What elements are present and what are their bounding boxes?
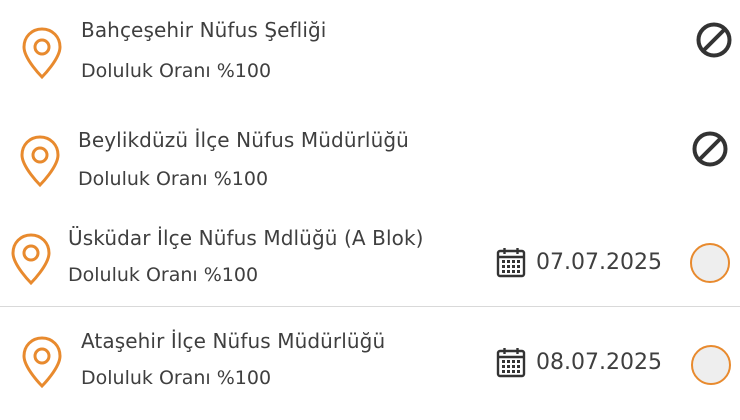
select-radio[interactable] bbox=[690, 243, 730, 283]
office-row-atasehir[interactable]: Ataşehir İlçe Nüfus Müdürlüğü Doluluk Or… bbox=[0, 307, 740, 420]
appointment-date: 08.07.2025 bbox=[496, 344, 662, 380]
location-pin-icon bbox=[22, 27, 62, 80]
blocked-icon bbox=[696, 22, 732, 58]
office-row-bahcesehir[interactable]: Bahçeşehir Nüfus Şefliği Doluluk Oranı %… bbox=[0, 0, 740, 104]
date-text: 07.07.2025 bbox=[536, 249, 662, 275]
date-text: 08.07.2025 bbox=[536, 349, 662, 375]
occupancy-rate: Doluluk Oranı %100 bbox=[68, 264, 259, 286]
office-name: Üsküdar İlçe Nüfus Mdlüğü (A Blok) bbox=[68, 226, 424, 250]
blocked-icon bbox=[692, 131, 728, 167]
location-pin-icon bbox=[11, 233, 51, 286]
office-row-uskudar[interactable]: Üsküdar İlçe Nüfus Mdlüğü (A Blok) Dolul… bbox=[0, 208, 740, 307]
occupancy-rate: Doluluk Oranı %100 bbox=[81, 367, 272, 389]
location-pin-icon bbox=[20, 135, 60, 188]
calendar-icon bbox=[496, 248, 526, 278]
office-name: Beylikdüzü İlçe Nüfus Müdürlüğü bbox=[78, 128, 409, 152]
select-radio[interactable] bbox=[691, 345, 731, 385]
office-name: Ataşehir İlçe Nüfus Müdürlüğü bbox=[81, 329, 386, 353]
office-row-beylikduzu[interactable]: Beylikdüzü İlçe Nüfus Müdürlüğü Doluluk … bbox=[0, 104, 740, 208]
location-pin-icon bbox=[22, 336, 62, 389]
occupancy-rate: Doluluk Oranı %100 bbox=[78, 168, 269, 190]
office-name: Bahçeşehir Nüfus Şefliği bbox=[81, 18, 327, 42]
occupancy-rate: Doluluk Oranı %100 bbox=[81, 60, 272, 82]
calendar-icon bbox=[496, 348, 526, 378]
office-list: Bahçeşehir Nüfus Şefliği Doluluk Oranı %… bbox=[0, 0, 740, 420]
appointment-date: 07.07.2025 bbox=[496, 244, 662, 280]
